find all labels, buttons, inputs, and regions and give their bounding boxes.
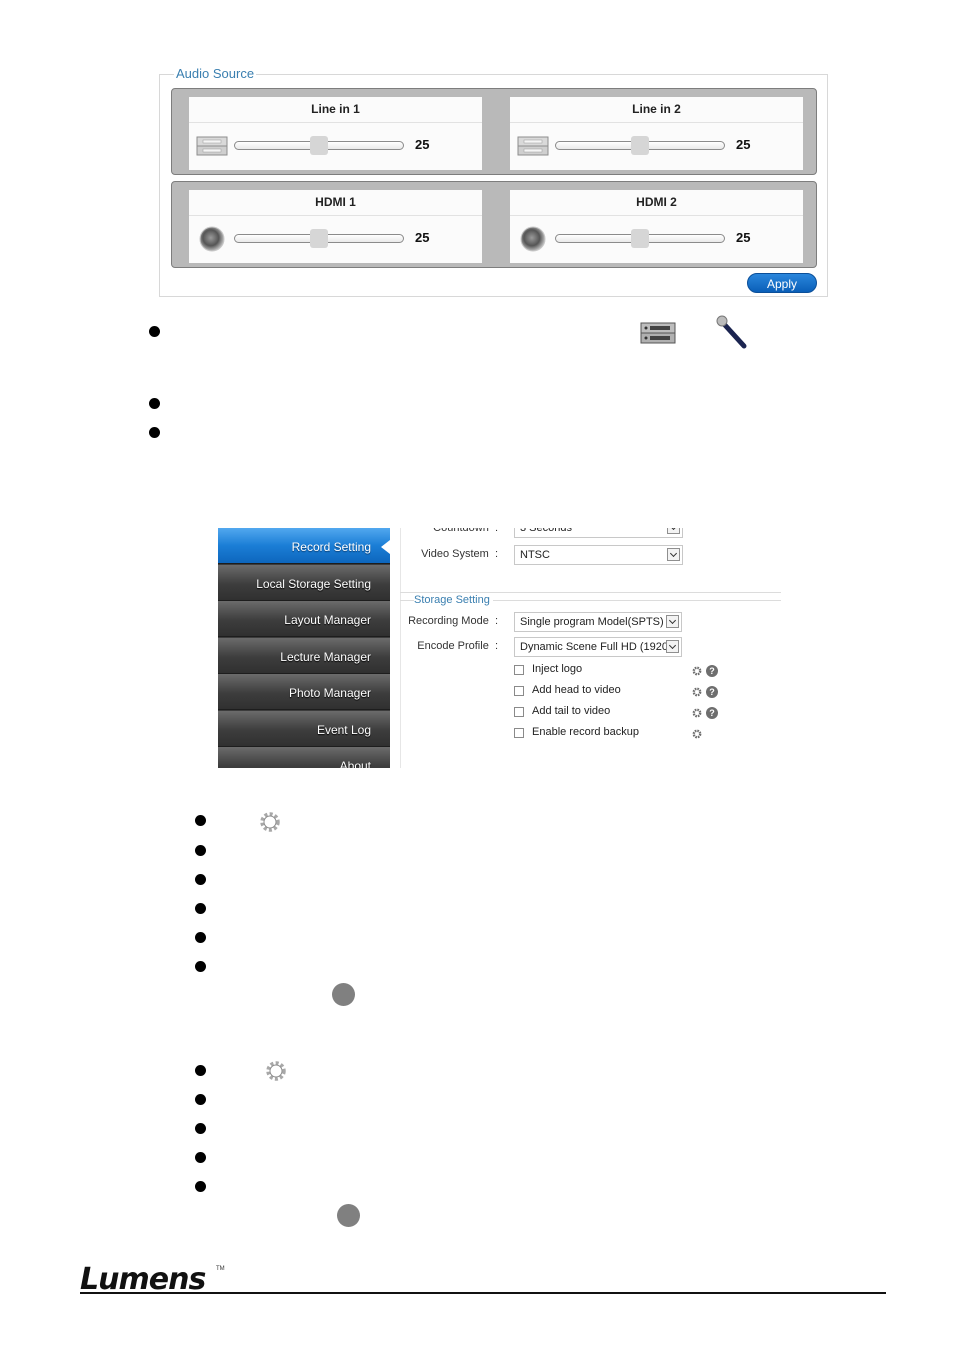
gear-icon[interactable] [691, 707, 703, 719]
chevron-down-icon[interactable] [667, 528, 680, 534]
speaker-icon [520, 226, 546, 252]
volume-value: 25 [736, 230, 751, 245]
encode-profile-select[interactable]: Dynamic Scene Full HD (1920 [514, 637, 682, 657]
channel-hdmi-1: HDMI 1 25 [189, 190, 482, 263]
side-nav: Record Setting Local Storage Setting Lay… [218, 528, 390, 768]
video-system-select[interactable]: NTSC [514, 545, 683, 565]
channel-line-in-2: Line in 2 25 [510, 97, 803, 170]
bullet [149, 326, 160, 337]
option-label: Enable record backup [532, 726, 640, 738]
nav-about[interactable]: About [218, 747, 390, 768]
mixer-icon [640, 322, 676, 344]
nav-record-setting[interactable]: Record Setting [218, 528, 390, 564]
mixer-icon [517, 136, 549, 156]
nav-photo-manager[interactable]: Photo Manager [218, 674, 390, 710]
encode-profile-value: Dynamic Scene Full HD (1920 [520, 641, 668, 653]
gear-icon[interactable] [691, 728, 703, 740]
gear-icon[interactable] [691, 686, 703, 698]
channel-title: Line in 1 [189, 97, 482, 123]
bullet [195, 815, 206, 826]
bullet [195, 845, 206, 856]
countdown-select[interactable]: 3 Seconds [514, 528, 683, 538]
audio-row-line-in: Line in 1 25 Line in 2 25 [171, 88, 817, 175]
nav-local-storage-setting[interactable]: Local Storage Setting [218, 565, 390, 601]
help-icon[interactable]: ? [706, 686, 718, 698]
channel-title: HDMI 2 [510, 190, 803, 216]
gear-icon[interactable] [691, 665, 703, 677]
audio-source-legend: Audio Source [174, 66, 257, 81]
add-head-checkbox[interactable] [514, 686, 524, 696]
help-icon-reference [332, 983, 355, 1006]
recording-mode-label: Recording Mode : [408, 615, 498, 627]
chevron-down-icon[interactable] [666, 615, 679, 628]
volume-slider[interactable] [555, 136, 725, 155]
volume-slider[interactable] [234, 229, 404, 248]
channel-hdmi-2: HDMI 2 25 [510, 190, 803, 263]
inject-logo-checkbox[interactable] [514, 665, 524, 675]
channel-title: Line in 2 [510, 97, 803, 123]
microphone-icon [716, 315, 747, 349]
encode-profile-label: Encode Profile : [417, 640, 498, 652]
option-label: Add head to video [532, 684, 621, 696]
help-icon-reference [337, 1204, 360, 1227]
help-icon[interactable]: ? [706, 707, 718, 719]
chevron-down-icon[interactable] [666, 640, 679, 653]
channel-title: HDMI 1 [189, 190, 482, 216]
channel-line-in-1: Line in 1 25 [189, 97, 482, 170]
volume-slider[interactable] [234, 136, 404, 155]
option-label: Add tail to video [532, 705, 611, 717]
volume-value: 25 [415, 137, 430, 152]
bullet [195, 961, 206, 972]
recording-mode-select[interactable]: Single program Model(SPTS) [514, 612, 682, 632]
storage-setting-title: Storage Setting [414, 594, 493, 606]
chevron-down-icon[interactable] [667, 548, 680, 561]
video-system-value: NTSC [520, 549, 550, 561]
bullet [195, 1152, 206, 1163]
help-icon[interactable]: ? [706, 665, 718, 677]
bullet [195, 1181, 206, 1192]
slider-thumb[interactable] [310, 229, 328, 248]
add-tail-checkbox[interactable] [514, 707, 524, 717]
volume-value: 25 [415, 230, 430, 245]
countdown-label: Countdown : [433, 528, 498, 534]
footer-rule [80, 1292, 886, 1294]
audio-row-hdmi: HDMI 1 25 HDMI 2 25 [171, 181, 817, 268]
apply-button[interactable]: Apply [747, 273, 817, 293]
gear-icon [266, 1061, 286, 1081]
record-setting-screenshot: Record Setting Local Storage Setting Lay… [218, 528, 781, 768]
slider-thumb[interactable] [631, 229, 649, 248]
video-system-label: Video System : [421, 548, 498, 560]
bullet [195, 874, 206, 885]
mixer-icon [196, 136, 228, 156]
record-backup-checkbox[interactable] [514, 728, 524, 738]
countdown-value: 3 Seconds [520, 528, 572, 534]
bullet [195, 1094, 206, 1105]
trademark: TM [216, 1266, 225, 1272]
speaker-icon [199, 226, 225, 252]
bullet [195, 1065, 206, 1076]
section-divider [400, 592, 781, 593]
gear-icon [260, 812, 280, 832]
bullet [149, 427, 160, 438]
slider-thumb[interactable] [631, 136, 649, 155]
slider-thumb[interactable] [310, 136, 328, 155]
bullet [195, 903, 206, 914]
volume-value: 25 [736, 137, 751, 152]
option-label: Inject logo [532, 663, 583, 675]
bullet [195, 932, 206, 943]
nav-event-log[interactable]: Event Log [218, 711, 390, 747]
bullet [149, 398, 160, 409]
nav-layout-manager[interactable]: Layout Manager [218, 601, 390, 637]
bullet [195, 1123, 206, 1134]
recording-mode-value: Single program Model(SPTS) [520, 616, 664, 628]
volume-slider[interactable] [555, 229, 725, 248]
nav-lecture-manager[interactable]: Lecture Manager [218, 638, 390, 674]
